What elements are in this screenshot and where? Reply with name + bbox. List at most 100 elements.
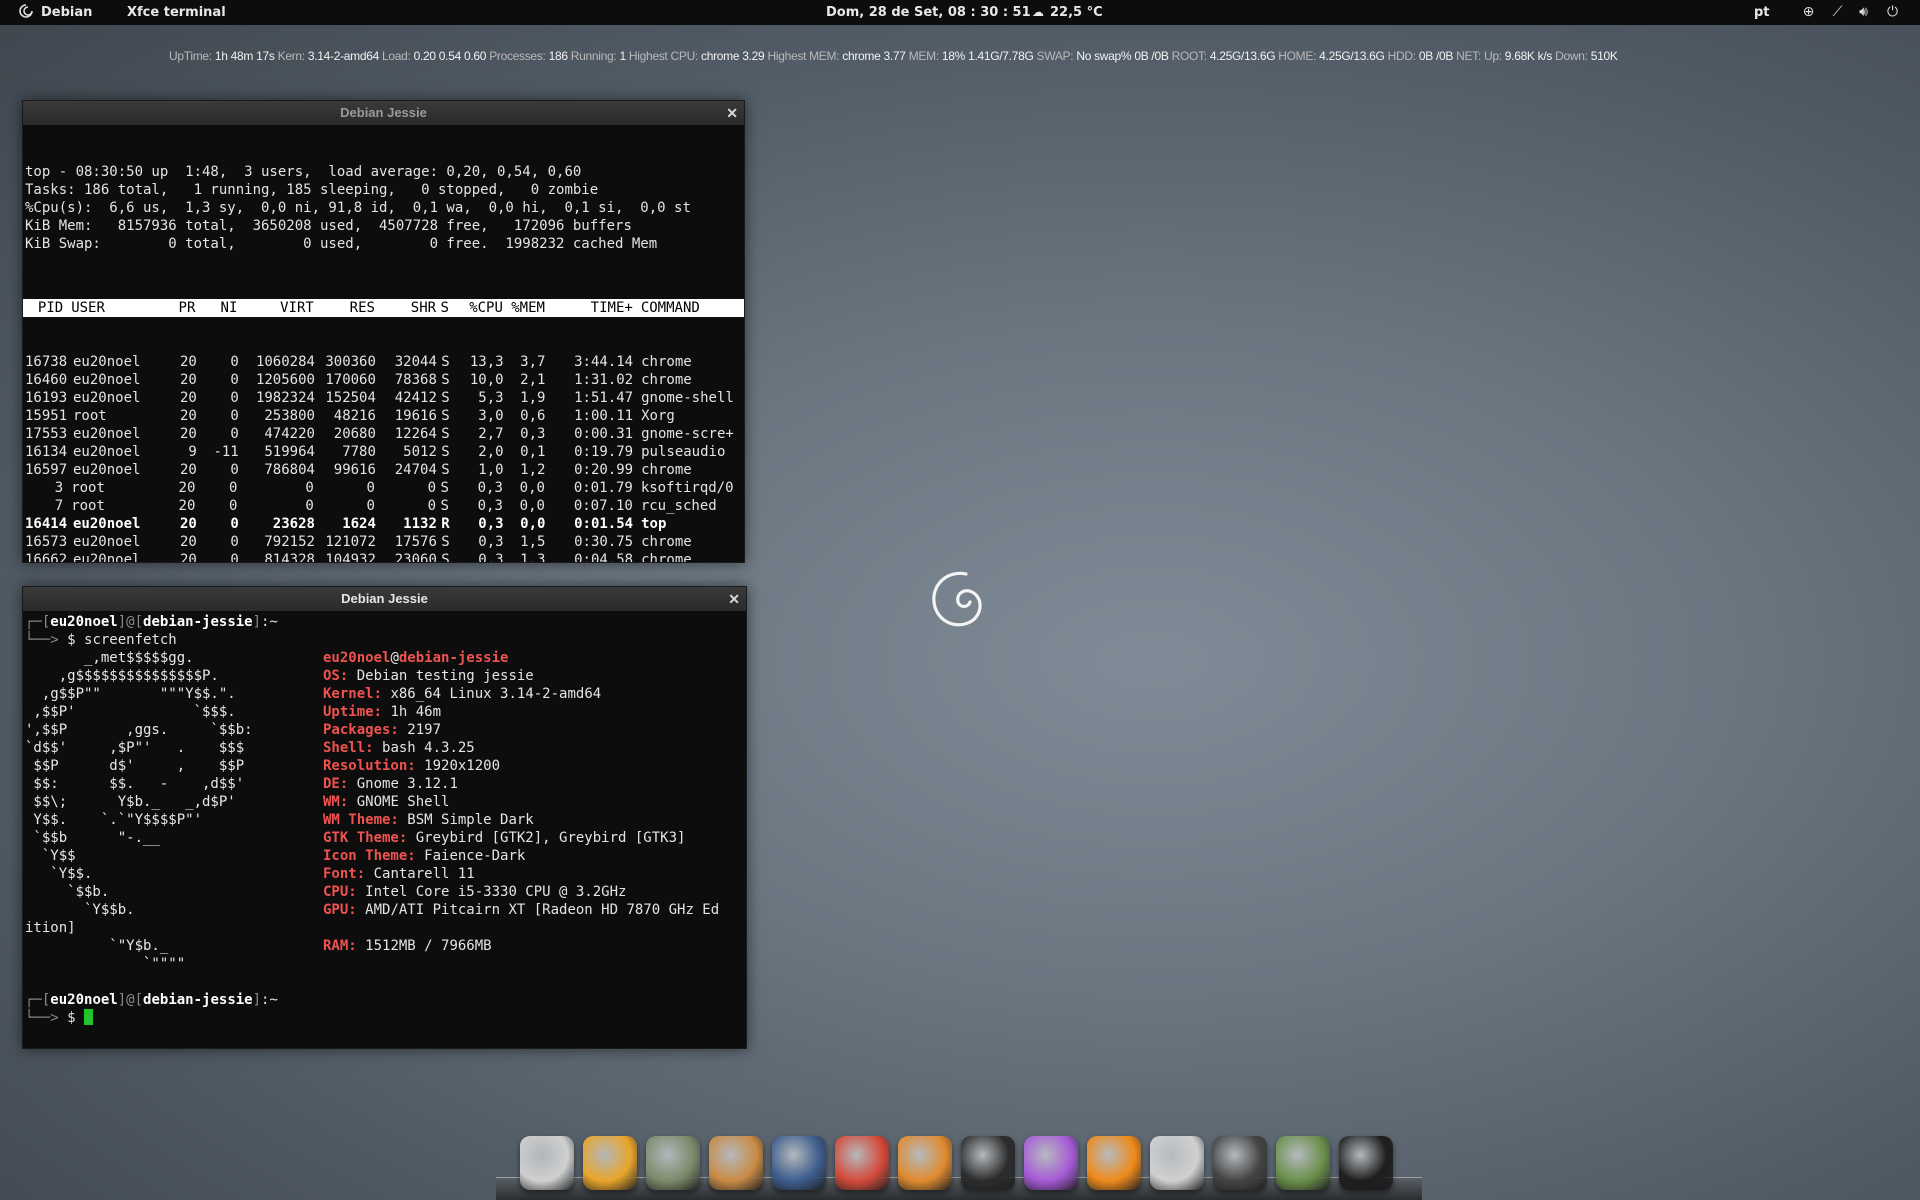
table-cell: chrome <box>641 372 692 388</box>
info-line: RAM: 1512MB / 7966MB <box>323 937 719 955</box>
table-cell: 23060 <box>394 552 437 563</box>
info-line: Resolution: 1920x1200 <box>323 757 719 775</box>
accessibility-icon[interactable]: ⊕ <box>1800 4 1817 21</box>
finder-icon[interactable] <box>520 1136 574 1190</box>
table-cell: 0 <box>228 480 238 496</box>
photos-icon[interactable] <box>1276 1136 1330 1190</box>
conky-label: ROOT: <box>1171 49 1207 63</box>
table-cell: 0,3 <box>478 534 504 550</box>
info-line: GTK Theme: Greybird [GTK2], Greybird [GT… <box>323 829 719 847</box>
dock <box>496 1120 1422 1200</box>
info-value: bash 4.3.25 <box>382 740 475 756</box>
table-cell: 16573 <box>25 534 68 550</box>
conky-value: chrome 3.77 <box>842 49 906 63</box>
table-cell: 16662 <box>25 552 68 563</box>
info-line <box>323 919 719 937</box>
conky-label: HOME: <box>1278 49 1317 63</box>
network-icon[interactable]: ⟋ <box>1829 4 1846 21</box>
table-cell: 5012 <box>403 444 437 460</box>
keyboard-layout[interactable]: pt <box>1754 0 1770 25</box>
app-menu[interactable]: Xfce terminal <box>127 0 226 25</box>
letter-icon[interactable] <box>835 1136 889 1190</box>
table-cell: 20 <box>179 354 197 370</box>
table-row: 15951 root 20 0 253800 48216 19616 S 3,0 0,6 1:00.… <box>23 407 744 425</box>
logo-line: ,g$$$$$$$$$$$$$$$P. <box>25 668 219 684</box>
logo-line: ,$$P' `$$$. <box>25 704 236 720</box>
nautilus-icon[interactable] <box>772 1136 826 1190</box>
table-cell: 0:30.75 <box>574 534 634 550</box>
top-terminal-window[interactable]: Debian Jessie ✕ top - 08:30:50 up 1:48, … <box>22 100 745 563</box>
window-titlebar[interactable]: Debian Jessie ✕ <box>23 587 746 611</box>
bomb-icon[interactable] <box>1213 1136 1267 1190</box>
info-line: Kernel: x86_64 Linux 3.14-2-amd64 <box>323 685 719 703</box>
table-cell: S <box>441 534 450 550</box>
debian-logo-icon[interactable] <box>18 0 34 25</box>
process-table: 16738 eu20noel 20 0 1060284 300360 32044 S 13,3 3… <box>23 353 744 563</box>
close-icon[interactable]: ✕ <box>728 587 740 611</box>
info-line: GPU: AMD/ATI Pitcairn XT [Radeon HD 7870… <box>323 901 719 919</box>
table-cell: 152504 <box>325 390 376 406</box>
process-table-header: PID USER PR NI VIRT RES SHR S %CPU %MEM TIME+ COMMA… <box>23 299 744 317</box>
input-line[interactable]: └──> $ <box>25 1009 94 1027</box>
column-header: COMMAND <box>640 300 700 316</box>
clock[interactable]: Dom, 28 de Set, 08 : 30 : 51 <box>826 0 1031 25</box>
table-cell: 16414 <box>25 516 68 532</box>
logo-line: `d$$' ,$P"' . $$$ <box>25 740 245 756</box>
info-line: Font: Cantarell 11 <box>323 865 719 883</box>
table-cell: 0:00.31 <box>574 426 634 442</box>
chrome-icon[interactable] <box>583 1136 637 1190</box>
column-header: VIRT <box>280 300 314 316</box>
table-cell: 0,1 <box>520 444 546 460</box>
window-titlebar[interactable]: Debian Jessie ✕ <box>23 101 744 125</box>
halo-icon[interactable] <box>646 1136 700 1190</box>
rss-icon[interactable] <box>898 1136 952 1190</box>
table-cell: 0 <box>230 534 239 550</box>
conky-label: Highest CPU: <box>628 49 698 63</box>
table-cell: 1,0 <box>478 462 504 478</box>
table-cell: 13,3 <box>469 354 504 370</box>
table-cell: 16193 <box>25 390 68 406</box>
info-value: x86_64 Linux 3.14-2-amd64 <box>390 686 602 702</box>
vlc-icon[interactable] <box>1087 1136 1141 1190</box>
terminal-output[interactable]: ┌─[eu20noel]@[debian-jessie]:~ └──> $ sc… <box>23 611 746 1048</box>
conky-label: NET: Up: <box>1456 49 1502 63</box>
table-cell: eu20noel <box>73 354 141 370</box>
conky-value: chrome 3.29 <box>701 49 765 63</box>
activities-button[interactable]: Debian <box>41 0 92 25</box>
table-cell: 0 <box>305 480 314 496</box>
weather-icon[interactable]: ☁ <box>1032 0 1044 25</box>
logo-line: `Y$$ <box>25 848 76 864</box>
disc-icon[interactable] <box>1150 1136 1204 1190</box>
table-cell: 814328 <box>264 552 315 563</box>
table-cell: 1,3 <box>520 552 546 563</box>
power-icon[interactable]: ⏻ <box>1884 4 1901 21</box>
table-cell: 99616 <box>333 462 376 478</box>
info-key: Font: <box>323 866 366 882</box>
conky-label: Processes: <box>489 49 546 63</box>
info-value: Gnome 3.12.1 <box>356 776 458 792</box>
weather-temp[interactable]: 22,5 °C <box>1050 0 1103 25</box>
table-cell: 20 <box>179 462 197 478</box>
table-cell: 474220 <box>264 426 315 442</box>
squirrel-icon[interactable] <box>709 1136 763 1190</box>
table-cell: 3,0 <box>478 408 504 424</box>
camera-icon[interactable] <box>961 1136 1015 1190</box>
screenfetch-terminal-window[interactable]: Debian Jessie ✕ ┌─[eu20noel]@[debian-jes… <box>22 586 747 1049</box>
info-value: 1512MB / 7966MB <box>365 938 492 954</box>
table-cell: chrome <box>641 552 692 563</box>
table-cell: ksoftirqd/0 <box>640 480 734 496</box>
table-cell: 20 <box>179 534 197 550</box>
logo-line: `"""" <box>25 956 186 972</box>
volume-icon[interactable]: 🔊︎ <box>1855 4 1872 21</box>
popsicle-icon[interactable] <box>1024 1136 1078 1190</box>
table-cell: gnome-shell <box>641 390 734 406</box>
info-key: Shell: <box>323 740 374 756</box>
table-cell: eu20noel <box>73 390 141 406</box>
table-cell: 16738 <box>25 354 68 370</box>
headphones-icon[interactable] <box>1339 1136 1393 1190</box>
close-icon[interactable]: ✕ <box>726 101 738 125</box>
table-cell: 1205600 <box>255 372 315 388</box>
table-cell: 0,0 <box>520 516 546 532</box>
logo-line: $$\; Y$b._ _,d$P' <box>25 794 236 810</box>
table-cell: 0 <box>427 498 437 514</box>
